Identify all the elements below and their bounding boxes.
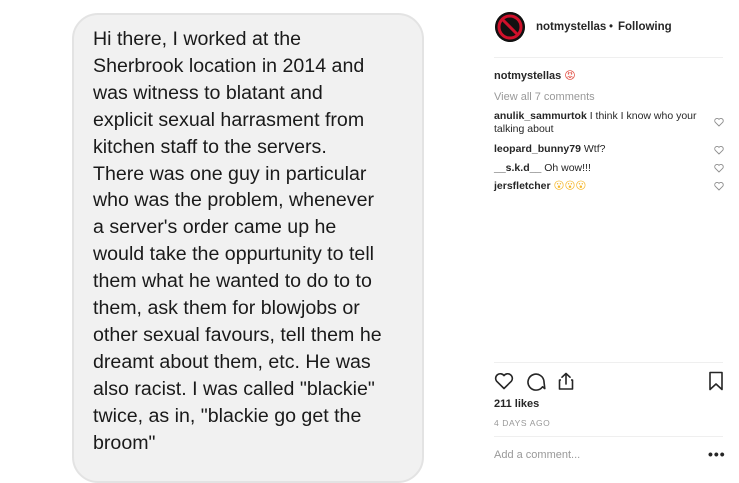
avatar[interactable] bbox=[495, 12, 525, 42]
like-comment-heart-icon[interactable] bbox=[714, 163, 724, 173]
header-username-link[interactable]: notmystellas bbox=[536, 21, 606, 33]
comment-text: Wtf? bbox=[580, 143, 606, 155]
comment-item: leopard_bunny79 Wtf? bbox=[494, 143, 704, 156]
likes-count[interactable]: 211 likes bbox=[494, 398, 539, 410]
more-options-button[interactable]: ••• bbox=[708, 446, 726, 462]
comment-text: Oh wow!!! bbox=[541, 162, 591, 174]
heart-icon[interactable] bbox=[494, 371, 514, 391]
post-header: notmystellas • Following bbox=[478, 0, 739, 57]
comment-item: jersfletcher 😮😮😮 bbox=[494, 180, 704, 193]
post-side-panel: notmystellas • Following notmystellas 😡 V… bbox=[478, 0, 739, 473]
message-text: Hi there, I worked at the Sherbrook loca… bbox=[93, 28, 382, 454]
comment-username-link[interactable]: leopard_bunny79 bbox=[494, 143, 581, 155]
comment-username-link[interactable]: anulik_sammurtok bbox=[494, 110, 587, 122]
comment-text: 😮😮😮 bbox=[550, 180, 587, 192]
add-comment-input[interactable]: Add a comment... bbox=[494, 449, 580, 461]
post-actions-bar bbox=[494, 371, 724, 393]
like-comment-heart-icon[interactable] bbox=[714, 117, 724, 127]
caption-username-link[interactable]: notmystellas bbox=[494, 70, 561, 82]
comment-item: anulik_sammurtok I think I know who your… bbox=[494, 110, 704, 136]
post-date[interactable]: 4 DAYS AGO bbox=[494, 418, 550, 428]
comment-username-link[interactable]: __s.k.d__ bbox=[494, 162, 541, 174]
following-button[interactable]: Following bbox=[618, 21, 672, 33]
no-sign-logo-icon bbox=[495, 12, 525, 42]
like-comment-heart-icon[interactable] bbox=[714, 145, 724, 155]
like-comment-heart-icon[interactable] bbox=[714, 181, 724, 191]
caption-emoji: 😡 bbox=[564, 70, 576, 82]
actions-divider bbox=[494, 362, 723, 363]
caption: notmystellas 😡 bbox=[494, 69, 576, 82]
post-image: Hi there, I worked at the Sherbrook loca… bbox=[0, 0, 478, 483]
comment-icon[interactable] bbox=[526, 371, 546, 391]
header-separator: • bbox=[609, 21, 614, 33]
comment-username-link[interactable]: jersfletcher bbox=[494, 180, 551, 192]
header-divider bbox=[494, 57, 723, 58]
comment-item: __s.k.d__ Oh wow!!! bbox=[494, 162, 704, 175]
bookmark-icon[interactable] bbox=[708, 371, 724, 391]
share-icon[interactable] bbox=[556, 371, 576, 391]
comment-box-divider bbox=[494, 436, 723, 437]
view-all-comments-link[interactable]: View all 7 comments bbox=[494, 91, 595, 103]
